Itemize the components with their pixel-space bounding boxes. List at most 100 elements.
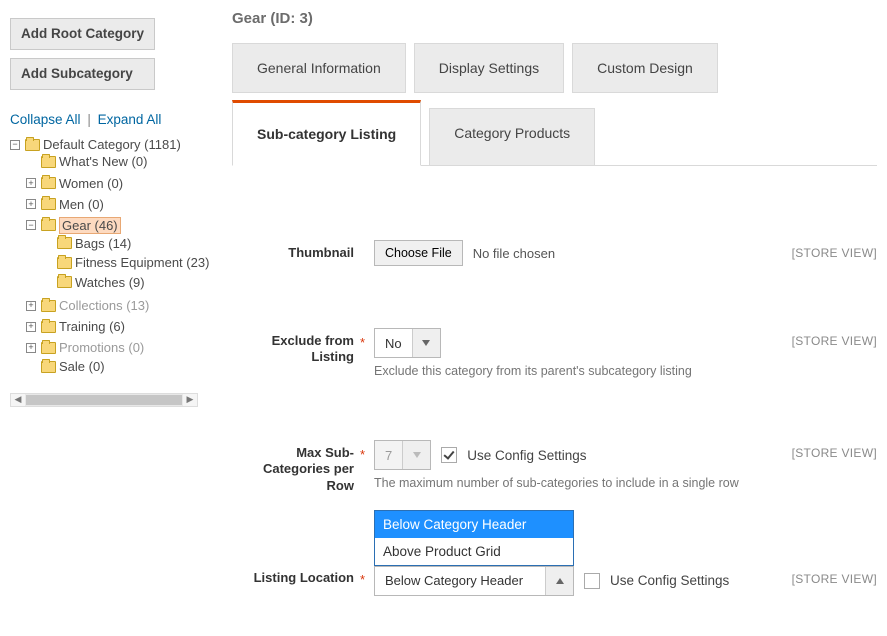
tab-category-products[interactable]: Category Products [429, 108, 595, 166]
row-listing-location: Listing Location * Below Category Header… [232, 538, 877, 596]
row-thumbnail: Thumbnail * Choose File No file chosen [… [232, 240, 877, 266]
folder-icon [41, 156, 56, 168]
tab-display-settings[interactable]: Display Settings [414, 43, 564, 93]
tree-node[interactable]: Sale (0) [26, 359, 105, 374]
expand-all-link[interactable]: Expand All [98, 112, 162, 127]
spacer [42, 238, 52, 248]
required-icon: * [360, 447, 368, 462]
tree-node[interactable]: + Training (6) [26, 319, 125, 334]
tree-node-label: Sale (0) [59, 359, 105, 374]
exclude-select[interactable]: No [374, 328, 441, 358]
category-tree: − Default Category (1181) What's New (0)… [10, 133, 192, 379]
tab-sub-category-listing[interactable]: Sub-category Listing [232, 100, 421, 166]
scroll-right-icon[interactable]: ▶ [183, 394, 197, 406]
tree-node-label: Promotions (0) [59, 340, 144, 355]
exclude-select-value: No [375, 329, 412, 357]
listing-location-select[interactable]: Below Category Header Above Product Grid… [374, 566, 574, 596]
row-max-sub-categories: Max Sub-Categories per Row * 7 Use Confi… [232, 440, 877, 494]
folder-icon [41, 342, 56, 354]
max-sub-select[interactable]: 7 [374, 440, 431, 470]
max-sub-value: 7 [375, 441, 402, 469]
label-exclude: Exclude from Listing [232, 328, 354, 366]
label-thumbnail: Thumbnail [232, 240, 354, 261]
row-exclude-from-listing: Exclude from Listing * No Exclude this c… [232, 328, 877, 378]
tree-node-label: Men (0) [59, 197, 104, 212]
folder-icon [57, 237, 72, 249]
tree-node[interactable]: + Promotions (0) [26, 340, 144, 355]
tree-node-label: Training (6) [59, 319, 125, 334]
listing-location-value: Below Category Header [375, 567, 545, 595]
tree-node-label: Watches (9) [75, 275, 145, 290]
tree-node-label: Gear (46) [59, 217, 121, 234]
max-sub-use-config-checkbox[interactable] [441, 447, 457, 463]
tab-custom-design[interactable]: Custom Design [572, 43, 718, 93]
expand-icon[interactable]: + [26, 322, 36, 332]
add-root-category-button[interactable]: Add Root Category [10, 18, 155, 50]
expand-icon[interactable]: + [26, 199, 36, 209]
listing-location-options: Below Category Header Above Product Grid [374, 510, 574, 566]
tree-node-label: Collections (13) [59, 298, 149, 313]
tree-node[interactable]: + Women (0) [26, 176, 123, 191]
file-status-text: No file chosen [473, 246, 555, 261]
tree-node[interactable]: − Gear (46) [26, 217, 121, 234]
scope-label: [STORE VIEW] [792, 446, 877, 460]
expand-icon[interactable]: + [26, 343, 36, 353]
main-content: Gear (ID: 3) General Information Display… [198, 0, 887, 636]
choose-file-button[interactable]: Choose File [374, 240, 463, 266]
use-config-label: Use Config Settings [610, 573, 729, 588]
tree-node-label: Bags (14) [75, 236, 131, 251]
max-sub-hint: The maximum number of sub-categories to … [374, 476, 754, 490]
folder-icon [41, 177, 56, 189]
tabs: General Information Display Settings Cus… [232, 43, 877, 165]
scope-label: [STORE VIEW] [792, 572, 877, 586]
spacer [26, 157, 36, 167]
collapse-all-link[interactable]: Collapse All [10, 112, 81, 127]
expand-icon[interactable]: + [26, 301, 36, 311]
scope-label: [STORE VIEW] [792, 246, 877, 260]
separator: | [87, 112, 91, 127]
spacer [26, 362, 36, 372]
tree-node[interactable]: Fitness Equipment (23) [42, 255, 209, 270]
spacer [42, 277, 52, 287]
tree-node[interactable]: + Collections (13) [26, 298, 149, 313]
tree-node-label: Women (0) [59, 176, 123, 191]
form: Thumbnail * Choose File No file chosen [… [232, 166, 877, 596]
page-title: Gear (ID: 3) [232, 10, 877, 27]
tree-node-label: Default Category (1181) [43, 137, 181, 152]
folder-icon [41, 219, 56, 231]
folder-icon [41, 300, 56, 312]
add-subcategory-button[interactable]: Add Subcategory [10, 58, 155, 90]
sidebar: Add Root Category Add Subcategory Collap… [0, 0, 198, 636]
chevron-down-icon[interactable] [402, 441, 430, 469]
dropdown-option[interactable]: Below Category Header [375, 511, 573, 538]
folder-icon [57, 276, 72, 288]
folder-icon [57, 257, 72, 269]
folder-icon [41, 321, 56, 333]
chevron-up-icon[interactable] [545, 567, 573, 595]
chevron-down-icon[interactable] [412, 329, 440, 357]
horizontal-scrollbar[interactable]: ◀ ▶ [10, 393, 198, 407]
scope-label: [STORE VIEW] [792, 334, 877, 348]
tree-node-label: What's New (0) [59, 154, 147, 169]
tree-node-label: Fitness Equipment (23) [75, 255, 209, 270]
collapse-icon[interactable]: − [10, 140, 20, 150]
listing-location-use-config-checkbox[interactable] [584, 573, 600, 589]
tree-node[interactable]: Watches (9) [42, 275, 145, 290]
tab-general-information[interactable]: General Information [232, 43, 406, 93]
tree-node[interactable]: What's New (0) [26, 154, 147, 169]
required-icon: * [360, 335, 368, 350]
collapse-icon[interactable]: − [26, 220, 36, 230]
label-max-sub: Max Sub-Categories per Row [232, 440, 354, 494]
exclude-hint: Exclude this category from its parent's … [374, 364, 754, 378]
tree-controls: Collapse All | Expand All [10, 112, 192, 127]
use-config-label: Use Config Settings [467, 448, 586, 463]
folder-icon [41, 361, 56, 373]
tree-node[interactable]: Bags (14) [42, 236, 131, 251]
folder-icon [41, 198, 56, 210]
scroll-thumb[interactable] [26, 395, 182, 405]
dropdown-option[interactable]: Above Product Grid [375, 538, 573, 565]
expand-icon[interactable]: + [26, 178, 36, 188]
tree-node[interactable]: + Men (0) [26, 197, 104, 212]
tree-root-node[interactable]: − Default Category (1181) [10, 137, 181, 152]
scroll-left-icon[interactable]: ◀ [11, 394, 25, 406]
